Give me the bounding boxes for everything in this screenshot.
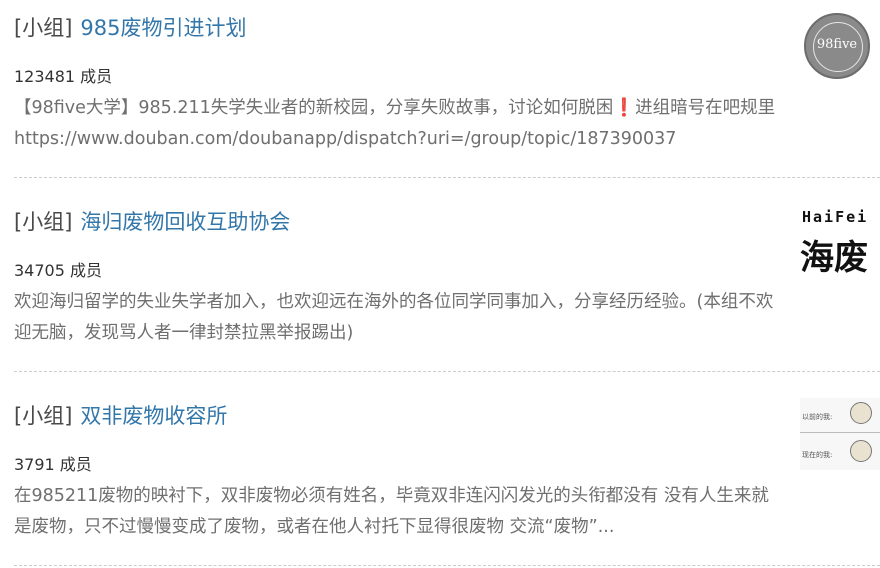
member-count: 3791 成员 [14,455,92,474]
group-description: 【98five大学】985.211失学失业者的新校园，分享失败故事，讨论如何脱困… [14,93,784,155]
group-type-tag: [小组] [14,404,73,428]
divider [14,177,880,178]
meme-caption: 现在的我: [802,451,833,459]
meme-caption: 以前的我: [802,413,833,421]
meme-comic-icon: 以前的我: 现在的我: [800,398,880,470]
group-description: 欢迎海归留学的失业失学者加入，也欢迎远在海外的各位同学同事加入，分享经历经验。(… [14,292,774,343]
group-title-line: [小组] 海归废物回收互助协会 [14,206,290,236]
avatar-caption: HaiFei [802,208,869,226]
group-type-tag: [小组] [14,16,73,40]
group-type-tag: [小组] [14,210,73,234]
member-count: 34705 成员 [14,261,102,280]
group-title-line: [小组] 双非废物收容所 [14,400,227,430]
group-name-link[interactable]: 海归废物回收互助协会 [80,210,290,234]
description-text: 【98five大学】985.211失学失业者的新校园，分享失败故事，讨论如何脱困 [14,98,614,118]
group-result-item: [小组] 双非废物收容所 3791 成员 在985211废物的映衬下，双非废物必须… [14,388,880,568]
group-avatar[interactable]: 98five [800,8,880,88]
group-description: 在985211废物的映衬下，双非废物必须有姓名，毕竟双非连闪闪发光的头衔都没有 … [14,486,769,537]
seal-label: 98five [816,37,858,52]
group-result-item: [小组] 海归废物回收互助协会 34705 成员 欢迎海归留学的失业失学者加入，也… [14,194,880,374]
face-icon [850,402,872,424]
group-title-line: [小组] 985废物引进计划 [14,12,246,42]
group-avatar[interactable]: HaiFei 海废 [800,202,880,282]
exclamation-icon: ❗ [613,98,636,118]
face-icon [850,440,872,462]
avatar-title: 海废 [800,238,868,278]
group-result-item: [小组] 985废物引进计划 123481 成员 【98five大学】985.21… [14,0,880,180]
group-name-link[interactable]: 985废物引进计划 [80,16,246,40]
group-search-results: [小组] 985废物引进计划 123481 成员 【98five大学】985.21… [0,0,880,566]
group-name-link[interactable]: 双非废物收容所 [80,404,227,428]
group-avatar[interactable]: 以前的我: 现在的我: [800,396,880,476]
divider [14,371,880,372]
school-seal-icon: 98five [804,13,870,79]
member-count: 123481 成员 [14,67,113,86]
